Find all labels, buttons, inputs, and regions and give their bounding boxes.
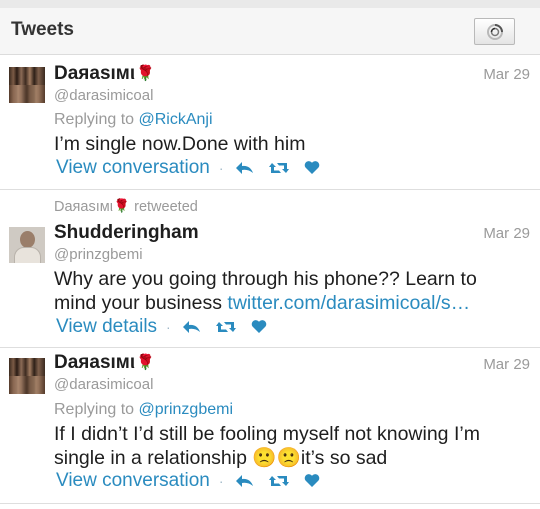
- reply-icon[interactable]: [234, 473, 254, 489]
- divider: [0, 503, 540, 504]
- tweet-date: Mar 29: [483, 356, 530, 373]
- page-title: Tweets: [11, 19, 75, 40]
- retweet-icon[interactable]: [268, 160, 290, 176]
- avatar[interactable]: [9, 227, 45, 263]
- rose-emoji-icon: 🌹: [113, 198, 131, 213]
- tweet-text: If I didn’t I’d still be fooling myself …: [54, 423, 480, 469]
- separator-dot: ·: [166, 319, 171, 335]
- like-icon[interactable]: [251, 319, 267, 335]
- tweets-header: Tweets: [0, 8, 540, 55]
- retweeter-name[interactable]: Daяasıмι: [54, 199, 113, 215]
- like-icon[interactable]: [304, 160, 320, 176]
- display-name-text: Daяasıмι: [54, 63, 136, 84]
- retweet-suffix: retweeted: [134, 199, 198, 215]
- rose-emoji-icon: 🌹: [136, 354, 155, 371]
- loading-spinner-icon: [487, 24, 503, 40]
- reply-line: Replying to @RickAnji: [54, 111, 213, 129]
- display-name[interactable]: Shudderingham: [54, 222, 199, 244]
- reply-icon[interactable]: [234, 160, 254, 176]
- display-name[interactable]: Daяasıмι🌹: [54, 63, 155, 85]
- tweet-link[interactable]: twitter.com/darasimicoal/s…: [227, 292, 470, 314]
- view-details-link[interactable]: View details: [56, 316, 157, 338]
- reply-prefix: Replying to: [54, 111, 135, 128]
- tweet-actions: View details ·: [56, 315, 281, 339]
- tweet-actions: View conversation ·: [56, 156, 334, 180]
- tweet-item[interactable]: Daяasıмι🌹 @darasimicoal Mar 29 Replying …: [0, 348, 540, 503]
- handle[interactable]: @darasimicoal: [54, 376, 153, 393]
- tweet-date: Mar 29: [483, 225, 530, 242]
- view-conversation-link[interactable]: View conversation: [56, 470, 210, 492]
- handle[interactable]: @darasimicoal: [54, 87, 153, 104]
- separator-dot: ·: [218, 160, 224, 176]
- avatar[interactable]: [9, 67, 45, 103]
- reply-line: Replying to @prinzgbemi: [54, 401, 233, 419]
- rose-emoji-icon: 🌹: [136, 65, 155, 82]
- retweet-icon[interactable]: [268, 473, 290, 489]
- tweet-text: I’m single now.Done with him: [54, 133, 306, 155]
- retweeted-by-line: Daяasıмι🌹 retweeted: [54, 198, 198, 215]
- view-conversation-link[interactable]: View conversation: [56, 157, 210, 179]
- retweet-icon[interactable]: [215, 319, 237, 335]
- top-status-strip: [0, 0, 540, 8]
- separator-dot: ·: [218, 473, 224, 489]
- refresh-button[interactable]: [474, 18, 515, 45]
- reply-to-link[interactable]: @prinzgbemi: [139, 401, 234, 418]
- reply-prefix: Replying to: [54, 401, 135, 418]
- reply-to-link[interactable]: @RickAnji: [139, 111, 213, 128]
- reply-icon[interactable]: [181, 319, 201, 335]
- tweet-actions: View conversation ·: [56, 469, 334, 493]
- tweet-item[interactable]: Daяasıмι🌹 @darasimicoal Mar 29 Replying …: [0, 55, 540, 189]
- display-name[interactable]: Daяasıмι🌹: [54, 352, 155, 374]
- display-name-text: Daяasıмι: [54, 352, 136, 373]
- handle[interactable]: @prinzgbemi: [54, 246, 143, 263]
- tweet-text: Why are you going through his phone?? Le…: [54, 267, 524, 315]
- like-icon[interactable]: [304, 473, 320, 489]
- tweet-date: Mar 29: [483, 66, 530, 83]
- avatar[interactable]: [9, 358, 45, 394]
- tweet-item[interactable]: Daяasıмι🌹 retweeted Shudderingham @prinz…: [0, 190, 540, 347]
